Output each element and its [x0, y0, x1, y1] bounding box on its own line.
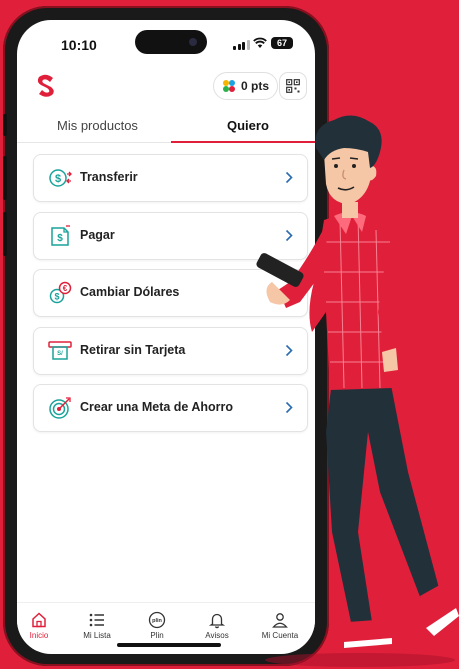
nav-label: Mi Lista: [83, 631, 111, 640]
svg-text:$: $: [55, 173, 61, 185]
option-label: Pagar: [80, 227, 115, 242]
nav-label: Plin: [150, 631, 164, 640]
svg-text:€: €: [63, 284, 68, 293]
points-badge[interactable]: 0 pts: [213, 72, 279, 100]
bell-icon: [208, 613, 226, 629]
currency-exchange-icon: $ €: [49, 281, 72, 304]
nav-label: Avisos: [205, 631, 229, 640]
option-label: Transferir: [80, 170, 138, 184]
qr-button[interactable]: [279, 72, 307, 100]
svg-text:$: $: [54, 292, 59, 302]
side-button: [3, 156, 7, 200]
signal-icon: [233, 40, 250, 50]
tab-mis-productos[interactable]: Mis productos: [57, 118, 138, 133]
qr-code-icon: [286, 79, 300, 93]
points-label: 0 pts: [241, 79, 270, 93]
man-illustration: [256, 115, 459, 667]
svg-text:$: $: [57, 233, 63, 244]
nav-label: Inicio: [29, 631, 49, 640]
status-time: 10:10: [61, 37, 97, 53]
nav-mi-lista[interactable]: Mi Lista: [69, 611, 125, 640]
option-label: Crear una Meta de Ahorro: [80, 400, 234, 414]
option-label: Cambiar Dólares: [80, 285, 180, 299]
nav-avisos[interactable]: Avisos: [189, 611, 245, 640]
svg-text:S/: S/: [57, 351, 63, 357]
status-bar: 10:10 67: [17, 20, 315, 64]
option-label: Retirar sin Tarjeta: [80, 342, 186, 357]
list-icon: [89, 613, 104, 627]
points-icon: [223, 80, 235, 92]
home-indicator: [117, 643, 221, 647]
nav-inicio[interactable]: Inicio: [17, 611, 67, 640]
home-icon: [32, 612, 46, 628]
side-button: [3, 212, 7, 256]
wifi-icon: [253, 37, 267, 48]
dollar-transfer-icon: $: [49, 169, 72, 187]
app-header: 0 pts: [17, 70, 315, 106]
nav-plin[interactable]: plin Plin: [129, 611, 185, 640]
side-button: [3, 114, 7, 136]
svg-text:plin: plin: [152, 618, 162, 624]
target-icon: [49, 397, 71, 419]
bill-pay-icon: $: [51, 224, 70, 246]
battery-indicator: 67: [271, 37, 293, 49]
dynamic-island: [135, 30, 207, 54]
bank-logo-icon: [37, 74, 54, 97]
cash-withdraw-icon: S/: [48, 340, 72, 360]
plin-icon: plin: [148, 611, 166, 629]
